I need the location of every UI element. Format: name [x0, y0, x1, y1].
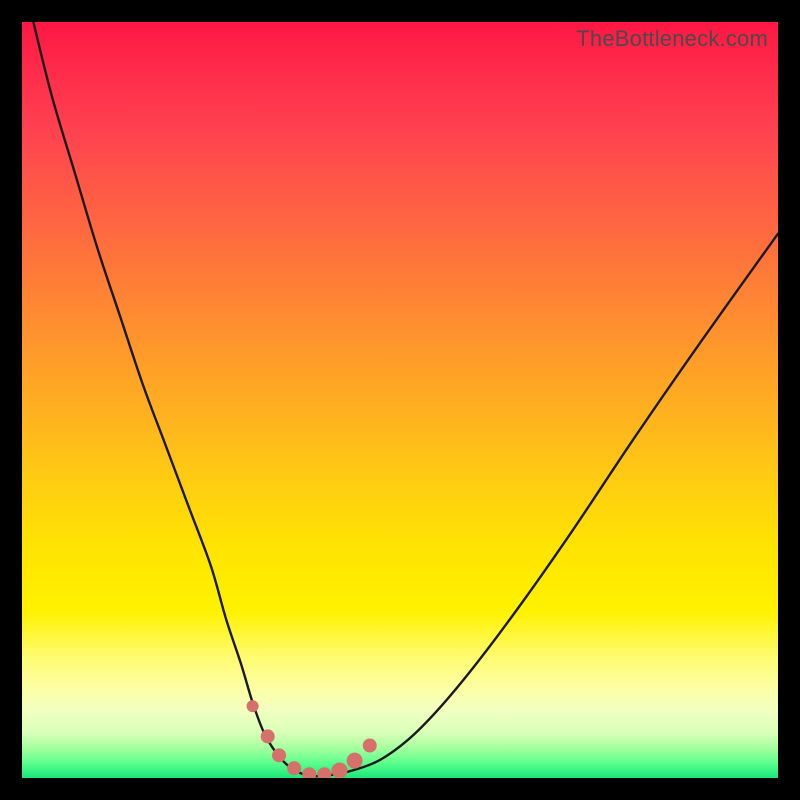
bottleneck-curve [33, 22, 778, 776]
marker-group [247, 700, 377, 778]
highlight-dot [332, 762, 348, 778]
highlight-dot [272, 748, 286, 762]
highlight-dot [261, 729, 275, 743]
curve-svg [22, 22, 778, 778]
highlight-dot [302, 767, 316, 778]
highlight-dot [363, 738, 377, 752]
highlight-dot [247, 700, 259, 712]
highlight-dot [347, 753, 363, 769]
chart-frame: TheBottleneck.com [0, 0, 800, 800]
highlight-dot [317, 767, 331, 778]
plot-area: TheBottleneck.com [22, 22, 778, 778]
highlight-dot [287, 761, 301, 775]
